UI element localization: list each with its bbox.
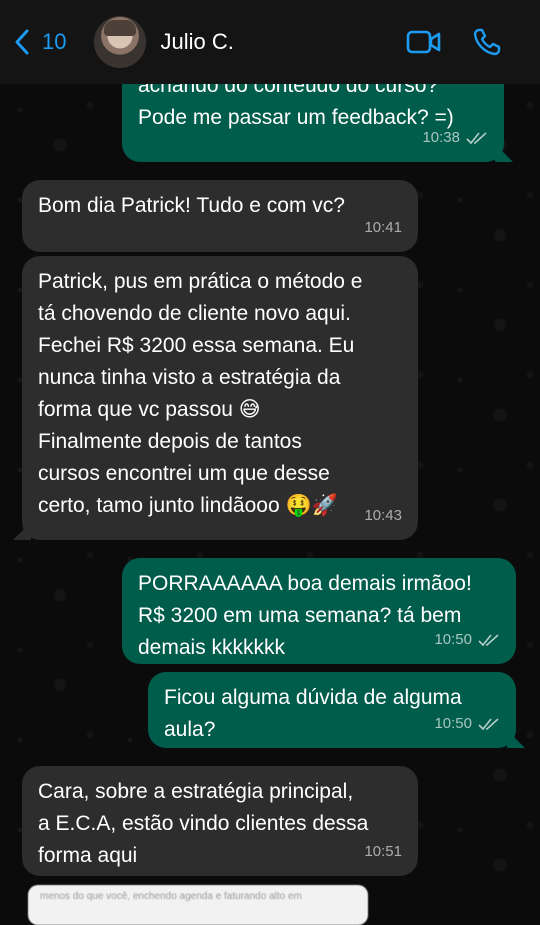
contact-name[interactable]: Julio C. — [160, 29, 233, 55]
message-bubble-incoming[interactable]: Cara, sobre a estratégia principal, a E.… — [22, 766, 418, 876]
video-camera-icon[interactable] — [406, 29, 442, 55]
message-text: Cara, sobre a estratégia principal, a E.… — [38, 780, 369, 867]
chat-header: 10 Julio C. — [0, 0, 540, 84]
message-bubble-incoming[interactable]: Bom dia Patrick! Tudo e com vc? 10:41 — [22, 180, 418, 252]
chevron-left-icon — [15, 29, 29, 55]
image-preview[interactable]: menos do que você, enchendo agenda e fat… — [28, 885, 368, 925]
avatar[interactable] — [94, 16, 147, 68]
message-time: 10:38 — [422, 129, 460, 146]
message-time: 10:43 — [364, 507, 402, 524]
message-text: Bom dia Patrick! Tudo e com vc? — [38, 194, 345, 217]
message-bubble-outgoing[interactable]: Ficou alguma dúvida de alguma aula? 10:5… — [148, 672, 516, 748]
message-text: Patrick, pus em prática o método e tá ch… — [38, 270, 363, 517]
back-button[interactable]: 10 — [12, 28, 66, 56]
message-time: 10:50 — [434, 631, 472, 648]
double-check-icon — [466, 132, 487, 145]
message-list[interactable]: achando do conteúdo do curso? Pode me pa… — [0, 0, 540, 907]
double-check-icon — [478, 634, 499, 647]
message-bubble-outgoing[interactable]: PORRAAAAAA boa demais irmãoo! R$ 3200 em… — [122, 558, 516, 664]
message-time: 10:41 — [364, 219, 402, 236]
message-time: 10:51 — [364, 843, 402, 860]
double-check-icon — [478, 718, 499, 731]
message-bubble-incoming[interactable]: Patrick, pus em prática o método e tá ch… — [22, 256, 418, 540]
phone-icon[interactable] — [472, 27, 502, 57]
unread-count: 10 — [42, 29, 67, 54]
message-time: 10:50 — [434, 715, 472, 732]
preview-text: menos do que você, enchendo agenda e fat… — [40, 891, 302, 902]
